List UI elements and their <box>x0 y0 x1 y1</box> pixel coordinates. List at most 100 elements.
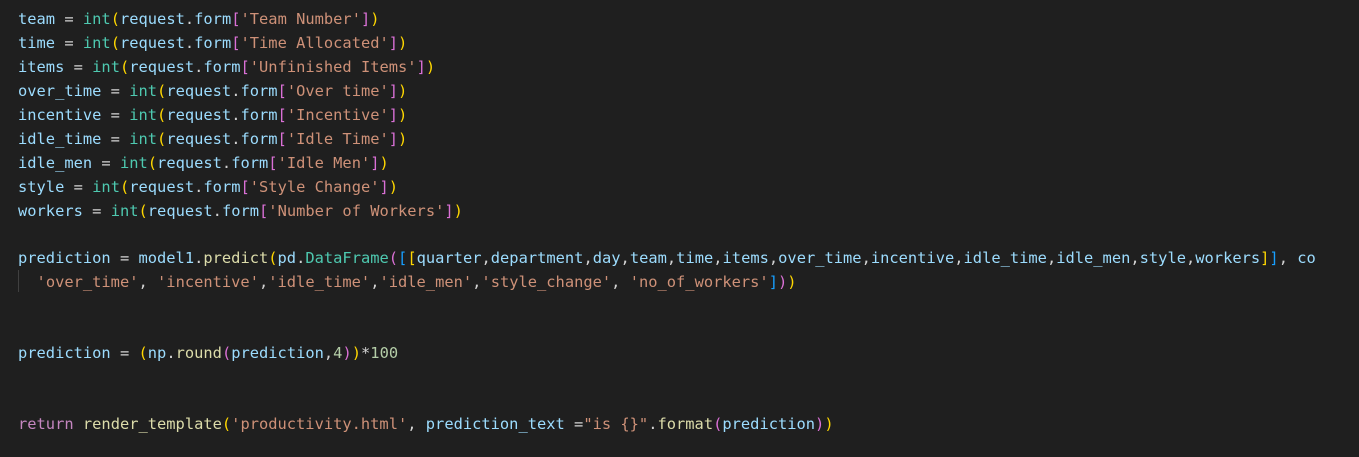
code-token: = <box>92 154 120 172</box>
code-token: ) <box>351 344 362 362</box>
code-token: [ <box>268 154 278 172</box>
code-token: ) <box>453 202 463 220</box>
code-token: ] <box>388 34 399 52</box>
code-token: * <box>361 344 371 362</box>
code-token: idle_men <box>1056 249 1131 267</box>
code-token: ) <box>379 154 389 172</box>
code-line[interactable]: idle_men = int(request.form['Idle Men']) <box>18 151 389 175</box>
code-line[interactable]: prediction = (np.round(prediction,4))*10… <box>18 341 398 365</box>
code-token: ( <box>119 178 130 196</box>
code-token: prediction <box>231 344 324 362</box>
code-token: ] <box>388 130 399 148</box>
code-token: , <box>323 344 334 362</box>
code-token: int <box>82 10 111 28</box>
code-token: request <box>166 82 232 100</box>
code-token: format <box>657 415 714 433</box>
code-token: co <box>1297 249 1316 267</box>
code-token: . <box>296 249 306 267</box>
code-line[interactable]: return render_template('productivity.htm… <box>18 412 834 436</box>
code-token: form <box>194 10 232 28</box>
code-token: np <box>147 344 167 362</box>
code-token: 'Over time' <box>286 82 389 100</box>
code-token: items <box>722 249 769 267</box>
code-token: items <box>18 58 65 76</box>
code-token: ] <box>768 273 778 291</box>
code-line[interactable]: workers = int(request.form['Number of Wo… <box>18 199 463 223</box>
code-line[interactable]: incentive = int(request.form['Incentive'… <box>18 103 407 127</box>
code-token: . <box>194 178 204 196</box>
code-token: int <box>129 106 158 124</box>
code-token: ) <box>398 130 408 148</box>
code-token: 'idle_time' <box>268 273 371 291</box>
code-token: 'incentive' <box>157 273 259 291</box>
code-token: , <box>713 249 723 267</box>
code-token: . <box>212 202 222 220</box>
code-line[interactable]: time = int(request.form['Time Allocated'… <box>18 31 407 55</box>
code-token: [ <box>240 58 250 76</box>
code-token: = <box>564 415 584 433</box>
code-token: int <box>92 178 120 196</box>
code-token: = <box>101 130 130 148</box>
code-line[interactable]: team = int(request.form['Team Number']) <box>18 7 380 31</box>
code-token: 'Idle Time' <box>286 130 389 148</box>
code-token: ( <box>138 202 148 220</box>
code-token: , <box>481 249 491 267</box>
code-token: ] <box>360 10 371 28</box>
code-token: ( <box>138 344 148 362</box>
code-token: [ <box>407 249 417 267</box>
code-token: ] <box>388 82 399 100</box>
code-token: 'Idle Men' <box>277 154 371 172</box>
code-line[interactable]: idle_time = int(request.form['Idle Time'… <box>18 127 407 151</box>
code-token: 'Time Allocated' <box>240 34 389 52</box>
code-token: 100 <box>370 344 399 362</box>
code-token: form <box>240 106 278 124</box>
code-token: . <box>166 344 176 362</box>
code-token: , <box>138 273 158 291</box>
code-line[interactable]: style = int(request.form['Style Change']… <box>18 175 398 199</box>
code-token: [ <box>277 130 287 148</box>
code-token: ( <box>147 154 158 172</box>
code-line[interactable]: prediction = model1.predict(pd.DataFrame… <box>18 246 1316 270</box>
code-token: 'Style Change' <box>249 178 380 196</box>
code-token: request <box>166 130 232 148</box>
code-token: , <box>407 415 426 433</box>
code-token: ( <box>110 34 120 52</box>
code-token: int <box>129 130 158 148</box>
code-token: team <box>18 10 56 28</box>
code-token: time <box>18 34 56 52</box>
code-token: incentive <box>870 249 955 267</box>
code-token: ( <box>388 249 399 267</box>
code-token: request <box>119 34 185 52</box>
code-token: form <box>231 154 269 172</box>
code-editor[interactable]: team = int(request.form['Team Number']) t… <box>0 0 1359 457</box>
code-token: , <box>861 249 871 267</box>
code-token: , <box>666 249 677 267</box>
code-token: workers <box>1195 249 1261 267</box>
code-token: ] <box>444 202 454 220</box>
code-line[interactable]: items = int(request.form['Unfinished Ite… <box>18 55 435 79</box>
code-line[interactable]: 'over_time', 'incentive','idle_time','id… <box>18 270 797 294</box>
code-token: request <box>129 58 195 76</box>
code-token: prediction_text <box>425 415 565 433</box>
code-token: request <box>166 106 232 124</box>
code-token: prediction <box>722 415 816 433</box>
code-token: ] <box>416 58 426 76</box>
code-token: quarter <box>416 249 482 267</box>
code-line[interactable]: over_time = int(request.form['Over time'… <box>18 79 407 103</box>
code-token: ) <box>342 344 352 362</box>
code-token: form <box>221 202 260 220</box>
code-token: ( <box>713 415 723 433</box>
code-token: ( <box>157 106 167 124</box>
code-token: 'productivity.html' <box>231 415 408 433</box>
code-token: , <box>258 273 269 291</box>
code-token: 'idle_men' <box>379 273 473 291</box>
code-token: ( <box>221 344 232 362</box>
code-token: , <box>620 249 630 267</box>
code-token: int <box>82 34 111 52</box>
code-token: , <box>611 273 630 291</box>
code-token: int <box>110 202 139 220</box>
code-token: , <box>1278 249 1298 267</box>
code-token: prediction <box>18 249 111 267</box>
code-token: int <box>92 58 120 76</box>
code-token: [ <box>277 82 287 100</box>
